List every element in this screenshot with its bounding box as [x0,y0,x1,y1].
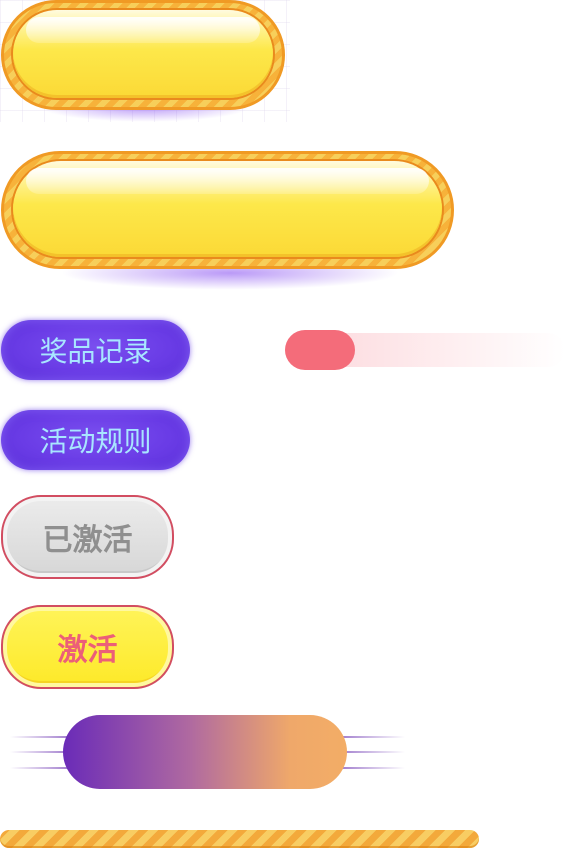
banner-line-right-top [340,736,405,738]
yellow-pill-button-large[interactable] [1,151,454,269]
banner-line-right-bottom [340,767,405,769]
banner-line-left-top [10,736,70,738]
gradient-banner [63,715,347,789]
activate-label: 激活 [57,633,118,668]
yellow-button-shine [26,17,260,43]
activity-rules-label: 活动规则 [39,425,152,458]
activate-button[interactable]: 激活 [1,605,174,689]
banner-line-left-mid [10,751,70,753]
activated-button[interactable]: 已激活 [1,495,174,579]
progress-fill [285,330,355,370]
prize-record-button[interactable]: 奖品记录 [1,320,190,380]
banner-line-right-mid [340,751,405,753]
striped-bar [0,830,479,848]
banner-line-left-bottom [10,767,70,769]
activated-label: 已激活 [42,523,133,558]
yellow-button-shine [26,168,429,194]
prize-record-label: 奖品记录 [39,335,152,368]
yellow-pill-button-small[interactable] [1,0,285,110]
activity-rules-button[interactable]: 活动规则 [1,410,190,470]
